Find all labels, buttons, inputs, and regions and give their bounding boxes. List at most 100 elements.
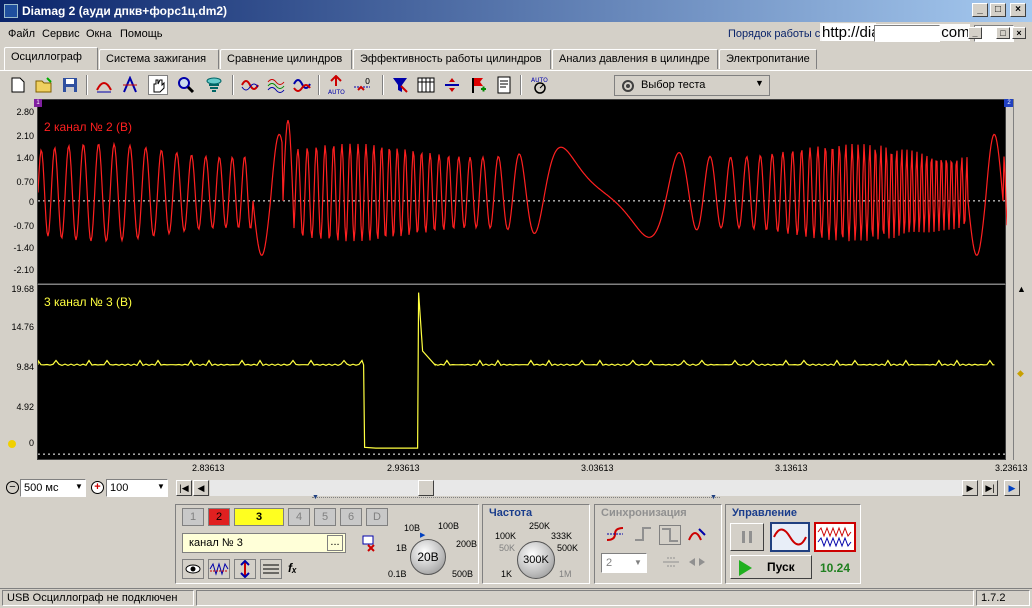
channel-props-icon[interactable] [362, 535, 380, 553]
channel-d-button[interactable]: D [366, 508, 388, 526]
scroll-right-icon[interactable]: ▶ [962, 480, 978, 496]
sync-auto-icon[interactable] [687, 525, 709, 545]
notes-icon[interactable] [494, 75, 514, 95]
invert-icon[interactable] [234, 559, 256, 579]
multi-wave-mode-button[interactable] [814, 522, 856, 552]
zoom-select[interactable]: 100 ▼ [106, 479, 168, 497]
auto-scale-icon[interactable]: AUTO [326, 75, 346, 95]
channel-name-field[interactable]: канал № 3 ... [182, 533, 346, 553]
minimize-button[interactable]: _ [972, 3, 988, 17]
waveform-style-icon[interactable] [208, 559, 230, 579]
time-scale-select[interactable]: 500 мс ▼ [20, 479, 86, 497]
zoom-out-time-icon[interactable]: − [6, 481, 19, 494]
voltage-knob[interactable]: 20В [410, 539, 446, 575]
url-box-left [874, 25, 940, 42]
channel-3-vscroll[interactable]: ▲ ◆ [1013, 284, 1030, 460]
time-scrollbar-track[interactable] [210, 480, 962, 496]
scroll-up-icon[interactable]: ▲ [1017, 284, 1026, 294]
maximize-button[interactable]: □ [990, 3, 1006, 17]
eye-icon[interactable] [182, 559, 204, 579]
tab-pressure[interactable]: Анализ давления в цилиндре [552, 49, 718, 69]
trigger-level-icon[interactable]: ◆ [1017, 368, 1024, 379]
channel-name-browse-button[interactable]: ... [327, 535, 343, 551]
pause-button[interactable] [730, 523, 764, 551]
svg-text:0: 0 [365, 77, 370, 86]
toolbar: AUTO 0 AUTO Выбор теста ▼ [0, 70, 1032, 98]
filter-lines-icon[interactable] [260, 559, 282, 579]
menu-service[interactable]: Сервис [42, 28, 80, 40]
channel-3-waveform [38, 292, 1007, 455]
voltage-label: 100В [438, 521, 460, 531]
tab-cylinder-efficiency[interactable]: Эффективность работы цилиндров [353, 49, 551, 69]
child-close-button[interactable]: × [1012, 27, 1026, 39]
cursor-measure-icon[interactable] [94, 75, 114, 95]
sync-position-icon[interactable] [687, 553, 709, 573]
channel-2-button[interactable]: 2 [208, 508, 230, 526]
ytick: 19.68 [11, 284, 34, 294]
plot-channel-2[interactable]: 2 канал № 2 (В) [37, 99, 1007, 284]
play-icon [739, 560, 752, 576]
menu-windows[interactable]: Окна [86, 28, 112, 40]
tab-cylinder-compare[interactable]: Сравнение цилиндров [220, 49, 352, 69]
sync-edge-down-icon[interactable] [659, 525, 681, 545]
menu-bar: Файл Сервис Окна Помощь Порядок работы с… [0, 23, 1032, 45]
xtick: 3.13613 [775, 463, 808, 473]
ytick: -1.40 [13, 243, 34, 253]
sync-rising-edge-icon[interactable] [605, 525, 627, 545]
single-wave-mode-button[interactable] [770, 522, 810, 552]
hand-pan-icon[interactable] [148, 75, 168, 95]
split-icon[interactable] [442, 75, 462, 95]
channel-1-button[interactable]: 1 [182, 508, 204, 526]
channel-waves-icon[interactable] [292, 75, 312, 95]
frequency-knob[interactable]: 300K [517, 541, 555, 579]
filter-icon[interactable] [204, 75, 224, 95]
zoom-icon[interactable] [176, 75, 196, 95]
time-scrollbar-thumb[interactable] [418, 480, 434, 496]
tab-oscilloscope[interactable]: Осциллограф [4, 47, 98, 70]
tab-ignition[interactable]: Система зажигания [99, 49, 219, 69]
menu-help[interactable]: Помощь [120, 28, 163, 40]
sync-channel-select[interactable]: 2 ▼ [601, 553, 647, 573]
overlay-icon[interactable] [240, 75, 260, 95]
ytick: 4.92 [16, 402, 34, 412]
marker-icon[interactable] [120, 75, 140, 95]
start-button[interactable]: Пуск [730, 555, 812, 579]
channel-4-button[interactable]: 4 [288, 508, 310, 526]
flag-icon[interactable] [468, 75, 488, 95]
cursor-filter-icon[interactable] [390, 75, 410, 95]
scroll-end-icon[interactable]: ▶| [982, 480, 998, 496]
menu-file[interactable]: Файл [8, 28, 35, 40]
channel-3-trace [38, 292, 995, 449]
channel-3-zero-marker[interactable] [8, 440, 16, 448]
sync-edge-up-icon[interactable] [633, 525, 655, 545]
version-text: 1.7.2 [981, 592, 1006, 604]
chevron-down-icon: ▼ [634, 558, 642, 567]
channel-3-button[interactable]: 3 [234, 508, 284, 526]
tab-power[interactable]: Электропитание [719, 49, 817, 69]
play-forward-icon[interactable]: ▶ [1004, 480, 1020, 496]
channel-5-button[interactable]: 5 [314, 508, 336, 526]
child-restore-button[interactable]: □ [996, 27, 1010, 39]
frequency-label: 50K [499, 543, 516, 553]
zero-level-icon[interactable]: 0 [352, 75, 372, 95]
sync-level-icon[interactable] [661, 553, 683, 573]
save-icon[interactable] [60, 75, 80, 95]
zoom-in-time-icon[interactable]: + [91, 481, 104, 494]
function-icon[interactable]: fₓ [288, 561, 297, 575]
channel-6-button[interactable]: 6 [340, 508, 362, 526]
new-file-icon[interactable] [8, 75, 28, 95]
scroll-left-icon[interactable]: ◀ [193, 480, 209, 496]
close-button[interactable]: × [1010, 3, 1026, 17]
scroll-start-icon[interactable]: |◀ [176, 480, 192, 496]
auto-settings-icon[interactable]: AUTO [530, 75, 550, 95]
open-folder-icon[interactable] [34, 75, 54, 95]
channel-2-waveform [38, 120, 1007, 257]
control-value: 10.24 [820, 561, 851, 575]
plot-channel-3[interactable]: 3 канал № 3 (В) [37, 284, 1007, 460]
waves-icon[interactable] [266, 75, 286, 95]
panel-splitter[interactable]: ▼ ▼ [312, 494, 720, 503]
grid-icon[interactable] [416, 75, 436, 95]
child-minimize-button[interactable]: _ [968, 27, 982, 39]
voltage-pointer-icon: ▶ [420, 532, 426, 539]
test-select[interactable]: Выбор теста ▼ [614, 75, 770, 96]
